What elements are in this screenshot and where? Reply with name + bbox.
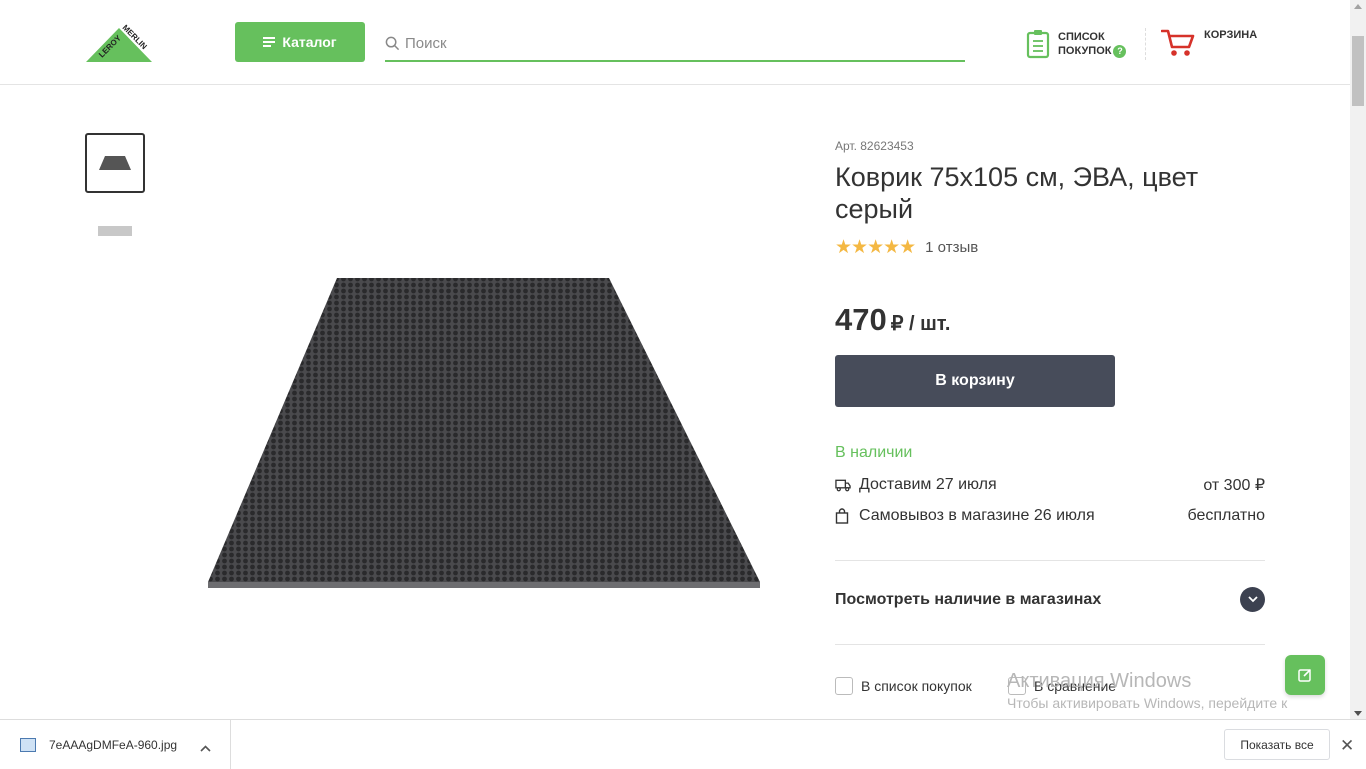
- delivery-label: Доставим 27 июля: [859, 476, 997, 493]
- stock-status: В наличии: [835, 444, 913, 461]
- scroll-down-arrow-icon[interactable]: [1354, 711, 1362, 716]
- cart-label: КОРЗИНА: [1204, 29, 1258, 41]
- download-item[interactable]: 7eAAAgDMFeA-960.jpg: [0, 720, 231, 769]
- search-icon: [385, 36, 400, 50]
- image-file-icon: [20, 737, 36, 752]
- add-to-cart-button[interactable]: В корзину: [835, 355, 1115, 407]
- add-to-list-checkbox[interactable]: [835, 677, 853, 695]
- check-stores-label: Посмотреть наличие в магазинах: [835, 590, 1102, 608]
- edit-icon: [1298, 668, 1312, 682]
- chevron-down-icon[interactable]: [1240, 587, 1265, 612]
- clipboard-list-icon: [1026, 30, 1050, 59]
- product-title: Коврик 75x105 см, ЭВА, цвет серый: [835, 162, 1199, 224]
- download-bar: 7eAAAgDMFeA-960.jpg Показать все ✕: [0, 719, 1366, 769]
- catalog-label: Каталог: [282, 34, 337, 50]
- site-header: LEROY MERLIN Каталог СПИСОК ПОКУПОК?: [0, 0, 1350, 85]
- add-to-list-option[interactable]: В список покупок: [835, 677, 972, 695]
- delivery-row: Доставим 27 июля от 300 ₽: [835, 475, 1265, 495]
- help-icon[interactable]: ?: [1113, 44, 1127, 58]
- price-unit: ₽ / шт.: [890, 313, 951, 335]
- cart-link[interactable]: КОРЗИНА: [1161, 28, 1257, 58]
- search-bar: [385, 26, 965, 62]
- shopping-list-line2: ПОКУПОК: [1058, 45, 1112, 57]
- product-rating[interactable]: ★★★★★ 1 отзыв: [835, 236, 978, 259]
- product-price: 470 ₽ / шт.: [835, 302, 950, 338]
- leroy-merlin-logo[interactable]: LEROY MERLIN: [84, 20, 154, 64]
- feedback-button[interactable]: [1285, 655, 1325, 695]
- menu-icon: [263, 37, 276, 47]
- price-value: 470: [835, 302, 887, 337]
- gallery-thumbnail-2[interactable]: [85, 201, 145, 261]
- pickup-label: Самовывоз в магазине 26 июля: [859, 507, 1095, 524]
- pickup-price: бесплатно: [1187, 507, 1266, 524]
- page-scrollbar[interactable]: [1350, 0, 1366, 720]
- chevron-up-icon[interactable]: [200, 739, 211, 757]
- truck-icon: [835, 477, 851, 493]
- search-input[interactable]: [405, 34, 945, 52]
- scroll-up-arrow-icon[interactable]: [1354, 4, 1362, 9]
- divider: [835, 560, 1265, 561]
- cart-icon: [1161, 29, 1195, 56]
- compare-label: В сравнение: [1034, 678, 1117, 694]
- gallery-thumbnail-1[interactable]: [85, 133, 145, 193]
- check-stores-toggle[interactable]: Посмотреть наличие в магазинах: [835, 587, 1265, 612]
- shopping-list-link[interactable]: СПИСОК ПОКУПОК?: [1026, 29, 1127, 59]
- catalog-button[interactable]: Каталог: [235, 22, 365, 62]
- compare-option[interactable]: В сравнение: [1008, 677, 1116, 695]
- rating-stars-icon: ★★★★★: [835, 237, 916, 258]
- shopping-list-line1: СПИСОК: [1058, 31, 1105, 43]
- header-divider: [1145, 28, 1146, 60]
- show-all-downloads-button[interactable]: Показать все: [1224, 729, 1330, 760]
- add-to-list-label: В список покупок: [861, 678, 972, 694]
- pickup-row: Самовывоз в магазине 26 июля бесплатно: [835, 507, 1265, 525]
- shopping-bag-icon: [835, 508, 851, 524]
- scroll-thumb[interactable]: [1352, 36, 1364, 106]
- divider: [835, 644, 1265, 645]
- compare-checkbox[interactable]: [1008, 677, 1026, 695]
- reviews-link[interactable]: 1 отзыв: [925, 239, 978, 256]
- close-icon[interactable]: ✕: [1340, 736, 1354, 756]
- delivery-price: от 300 ₽: [1203, 477, 1265, 494]
- product-image[interactable]: [200, 270, 770, 600]
- product-article: Арт. 82623453: [835, 139, 914, 153]
- download-file-name: 7eAAAgDMFeA-960.jpg: [49, 737, 178, 752]
